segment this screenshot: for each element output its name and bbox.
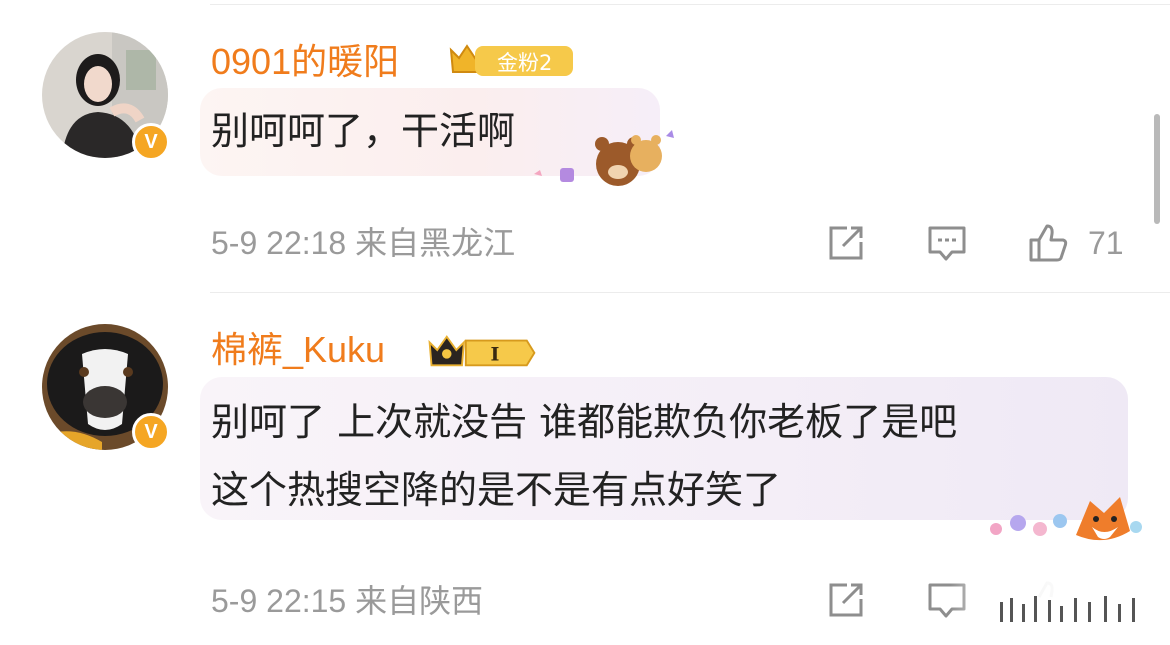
username[interactable]: 棉裤_Kuku xyxy=(211,328,385,372)
comment-meta: 5-9 22:15 来自陕西 xyxy=(211,583,484,619)
scrollbar[interactable] xyxy=(1154,114,1160,224)
verified-badge: V xyxy=(132,123,170,161)
gold-fan-badge[interactable]: 金粉2 xyxy=(445,40,575,80)
badge-label: 金粉2 xyxy=(497,51,552,75)
username[interactable]: 0901的暖阳 xyxy=(211,40,399,84)
share-icon[interactable] xyxy=(825,222,867,264)
like-count: 71 xyxy=(1088,225,1124,261)
watermark-bars-icon xyxy=(1000,596,1135,622)
bear-sticker-icon xyxy=(534,130,674,186)
fox-flowers-sticker-icon xyxy=(990,497,1142,541)
comment-icon[interactable] xyxy=(926,222,968,264)
verified-badge: V xyxy=(132,413,170,451)
comment-meta: 5-9 22:18 来自黑龙江 xyxy=(211,225,516,261)
comment-item: V 0901的暖阳 金粉2 别呵呵了，干活啊 5-9 22:18 来自黑龙江 7… xyxy=(0,0,1170,292)
badge-label: I xyxy=(491,344,500,366)
crown-member-badge[interactable]: I xyxy=(423,331,541,371)
comment-text-line: 这个热搜空降的是不是有点好笑了 xyxy=(211,468,782,512)
comment-text: 别呵呵了，干活啊 xyxy=(211,109,516,153)
share-icon[interactable] xyxy=(825,579,867,621)
comment-text-line: 别呵了 上次就没告 谁都能欺负你老板了是吧 xyxy=(211,400,958,444)
like-thumb-icon[interactable] xyxy=(1027,222,1069,264)
